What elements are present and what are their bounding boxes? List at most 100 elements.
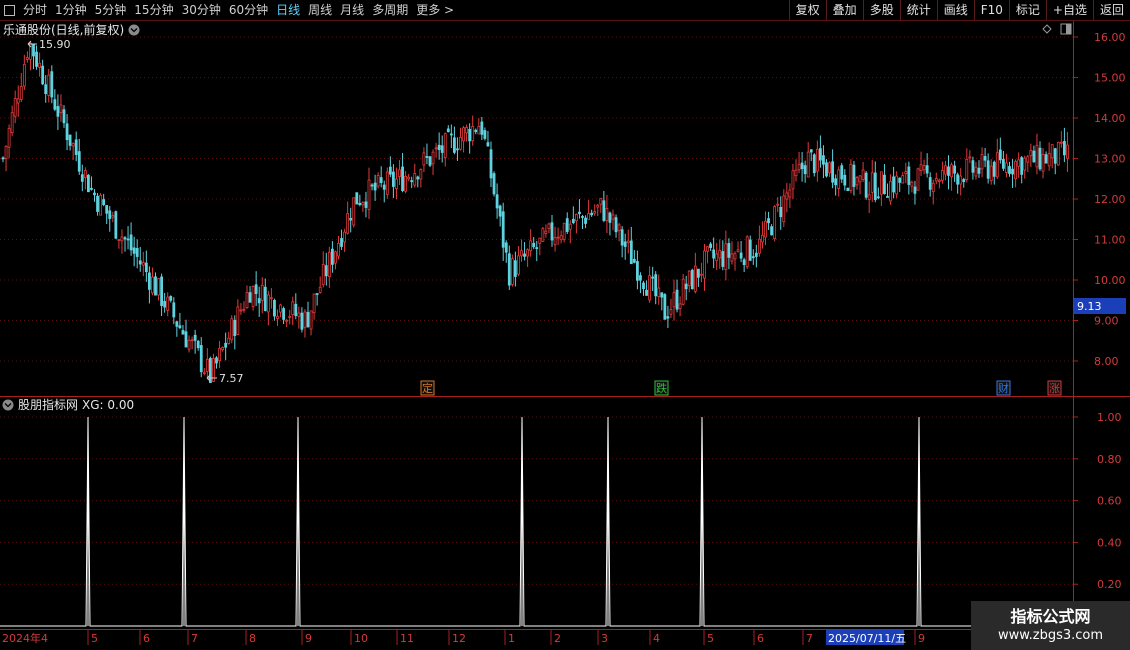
event-chip[interactable]: 财 bbox=[996, 380, 1011, 396]
candle bbox=[983, 147, 987, 168]
candle bbox=[431, 149, 435, 175]
candle bbox=[581, 215, 584, 229]
candle bbox=[202, 368, 206, 376]
candle bbox=[379, 166, 383, 188]
candle bbox=[111, 211, 115, 223]
candle bbox=[544, 224, 548, 238]
candle bbox=[407, 173, 411, 182]
candle bbox=[889, 174, 892, 205]
candle bbox=[321, 251, 325, 288]
candle bbox=[724, 230, 728, 281]
candle bbox=[449, 124, 453, 148]
candle bbox=[965, 148, 969, 183]
candle bbox=[599, 197, 603, 213]
candle bbox=[669, 298, 673, 319]
candle bbox=[437, 132, 441, 160]
candle bbox=[297, 306, 301, 329]
candle bbox=[910, 180, 914, 193]
candle bbox=[263, 278, 267, 312]
candle bbox=[102, 193, 106, 207]
event-chip[interactable]: 涨 bbox=[1047, 380, 1062, 396]
candle bbox=[791, 163, 795, 200]
chart-title-dropdown-icon[interactable] bbox=[128, 24, 140, 36]
candle bbox=[330, 241, 334, 273]
candle bbox=[483, 127, 487, 141]
indicator-axis-label: 0.20 bbox=[1097, 578, 1122, 591]
candle bbox=[739, 241, 743, 263]
candle bbox=[507, 245, 511, 290]
candle bbox=[373, 174, 377, 201]
candle bbox=[428, 155, 432, 168]
candle bbox=[96, 192, 99, 216]
price-axis-label: 10.00 bbox=[1094, 274, 1126, 287]
watermark-title: 指标公式网 bbox=[1010, 606, 1091, 626]
time-axis: 2024年4 5 6 7 8 9 10 11 12 1 2 3 4 5 6 7 2025/07/11/五 9 bbox=[2, 630, 925, 645]
panel-toggle-icon[interactable] bbox=[1060, 23, 1072, 35]
candle bbox=[1047, 142, 1051, 171]
candle bbox=[266, 290, 270, 326]
candle bbox=[41, 59, 45, 86]
time-axis-label: 8 bbox=[249, 632, 256, 645]
candle bbox=[730, 241, 734, 265]
candle bbox=[629, 226, 633, 265]
event-chip[interactable]: 定 bbox=[420, 380, 435, 396]
candle bbox=[401, 152, 404, 193]
candle bbox=[529, 229, 533, 257]
price-axis: 16.00 15.00 14.00 13.00 12.00 11.00 10.00 9.00 8… bbox=[1073, 31, 1126, 368]
candle bbox=[727, 238, 731, 270]
candle bbox=[480, 116, 484, 141]
candle bbox=[135, 239, 139, 269]
candle bbox=[797, 151, 801, 174]
candle bbox=[895, 171, 899, 199]
price-axis-label: 11.00 bbox=[1094, 234, 1126, 247]
candle bbox=[501, 202, 505, 261]
time-axis-label: 9 bbox=[918, 632, 925, 645]
candle bbox=[446, 125, 450, 133]
indicator-axis-label: 0.80 bbox=[1097, 453, 1122, 466]
candle bbox=[1026, 154, 1030, 172]
candle bbox=[825, 159, 828, 178]
candle bbox=[196, 340, 200, 351]
candle bbox=[370, 183, 374, 191]
candle bbox=[465, 124, 469, 142]
candle bbox=[391, 164, 395, 199]
chart-canvas: 16.0015.0014.0013.0012.0011.0010.009.008… bbox=[0, 20, 1130, 650]
candle bbox=[538, 237, 542, 256]
candle bbox=[837, 166, 841, 197]
diamond-icon[interactable] bbox=[1042, 24, 1052, 34]
current-price-tag: 9.13 bbox=[1074, 298, 1126, 314]
event-chip[interactable]: 跌 bbox=[654, 380, 669, 396]
price-axis-label: 13.00 bbox=[1094, 153, 1126, 166]
candle bbox=[77, 138, 81, 175]
candle bbox=[575, 213, 578, 234]
candle bbox=[422, 147, 426, 173]
candle bbox=[822, 145, 825, 179]
candle bbox=[620, 226, 624, 258]
candle bbox=[693, 252, 697, 294]
candle bbox=[132, 236, 136, 267]
candle bbox=[83, 167, 87, 190]
candle bbox=[248, 286, 252, 303]
candle bbox=[425, 143, 429, 165]
candle bbox=[962, 177, 966, 188]
candle bbox=[410, 176, 414, 189]
candle bbox=[340, 229, 343, 250]
candle bbox=[944, 160, 947, 181]
time-axis-label: 7 bbox=[191, 632, 198, 645]
candle bbox=[950, 162, 953, 191]
indicator-dropdown-icon[interactable] bbox=[2, 399, 14, 411]
candle bbox=[68, 134, 72, 151]
candle bbox=[114, 210, 118, 240]
candle bbox=[236, 299, 240, 336]
candle bbox=[864, 170, 868, 200]
candle bbox=[706, 246, 709, 264]
candle bbox=[254, 271, 258, 306]
candle bbox=[327, 246, 331, 288]
candle bbox=[1017, 152, 1021, 178]
time-axis-label: 2024年4 bbox=[2, 631, 48, 645]
candle bbox=[71, 142, 75, 161]
candle bbox=[166, 292, 170, 317]
candle bbox=[151, 267, 154, 296]
candle bbox=[880, 171, 883, 206]
candle bbox=[565, 212, 569, 235]
